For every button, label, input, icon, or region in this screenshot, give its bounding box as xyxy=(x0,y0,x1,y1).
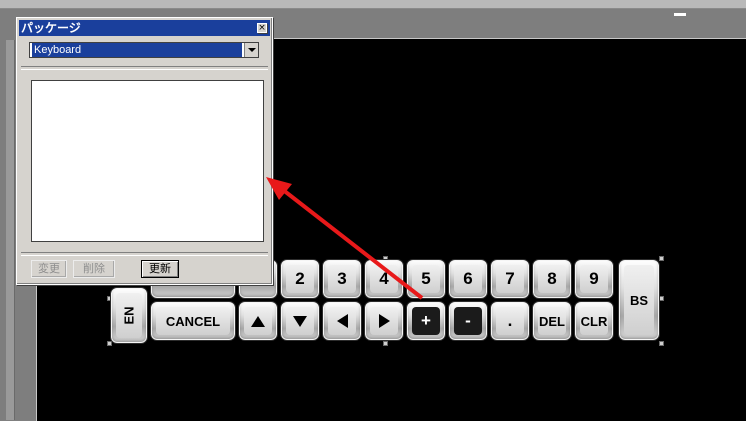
key-ent-label: EN xyxy=(121,306,137,325)
key-dot-label: . xyxy=(507,311,513,330)
change-button[interactable]: 変更 xyxy=(31,260,67,278)
delete-button[interactable]: 削除 xyxy=(73,260,115,278)
key-8[interactable]: 8 xyxy=(532,259,572,299)
close-icon[interactable]: × xyxy=(257,23,267,33)
key-dot[interactable]: . xyxy=(490,301,530,341)
key-ent[interactable]: EN xyxy=(110,287,148,344)
arrow-right-icon xyxy=(378,314,390,328)
key-del[interactable]: DEL xyxy=(532,301,572,341)
divider xyxy=(21,66,268,70)
key-7-label: 7 xyxy=(505,269,515,288)
key-minus[interactable]: - xyxy=(448,301,488,341)
arrow-left-icon xyxy=(336,314,348,328)
package-dialog: パッケージ × Keyboard 変更 削除 更新 xyxy=(16,17,273,285)
key-6[interactable]: 6 xyxy=(448,259,488,299)
key-5-label: 5 xyxy=(421,269,431,288)
key-9[interactable]: 9 xyxy=(574,259,614,299)
key-backspace[interactable]: BS xyxy=(618,259,660,341)
key-up[interactable] xyxy=(238,301,278,341)
key-down[interactable] xyxy=(280,301,320,341)
arrow-down-icon xyxy=(293,315,307,327)
key-2[interactable]: 2 xyxy=(280,259,320,299)
key-2-label: 2 xyxy=(295,269,305,288)
arrow-up-icon xyxy=(251,315,265,327)
key-9-label: 9 xyxy=(589,269,599,288)
editor-left-ruler xyxy=(6,40,15,420)
key-4[interactable]: 4 xyxy=(364,259,404,299)
key-left[interactable] xyxy=(322,301,362,341)
selection-handle-br[interactable] xyxy=(659,341,664,346)
key-plus[interactable]: + xyxy=(406,301,446,341)
key-7[interactable]: 7 xyxy=(490,259,530,299)
key-clr[interactable]: CLR xyxy=(574,301,614,341)
editor-top-bar xyxy=(0,0,746,9)
divider xyxy=(21,252,268,256)
minimize-icon[interactable] xyxy=(674,13,686,16)
key-clr-label: CLR xyxy=(580,313,608,329)
package-list[interactable] xyxy=(31,80,264,242)
key-del-label: DEL xyxy=(539,313,565,329)
dialog-titlebar[interactable]: パッケージ × xyxy=(19,20,270,36)
key-cancel[interactable]: CANCEL xyxy=(150,301,236,341)
package-select-value: Keyboard xyxy=(32,43,242,57)
update-button[interactable]: 更新 xyxy=(141,260,179,278)
selection-handle-tr[interactable] xyxy=(659,256,664,261)
key-plus-label: + xyxy=(421,311,431,330)
key-3-label: 3 xyxy=(337,269,347,288)
chevron-down-icon[interactable] xyxy=(244,43,258,57)
key-minus-label: - xyxy=(465,311,471,330)
key-3[interactable]: 3 xyxy=(322,259,362,299)
dialog-title: パッケージ xyxy=(21,21,81,35)
key-backspace-label: BS xyxy=(629,292,649,308)
key-5[interactable]: 5 xyxy=(406,259,446,299)
selection-handle-bm[interactable] xyxy=(383,341,388,346)
package-select[interactable]: Keyboard xyxy=(29,42,259,58)
key-cancel-label: CANCEL xyxy=(165,313,221,329)
key-4-label: 4 xyxy=(379,269,389,288)
key-8-label: 8 xyxy=(547,269,557,288)
key-right[interactable] xyxy=(364,301,404,341)
key-6-label: 6 xyxy=(463,269,473,288)
